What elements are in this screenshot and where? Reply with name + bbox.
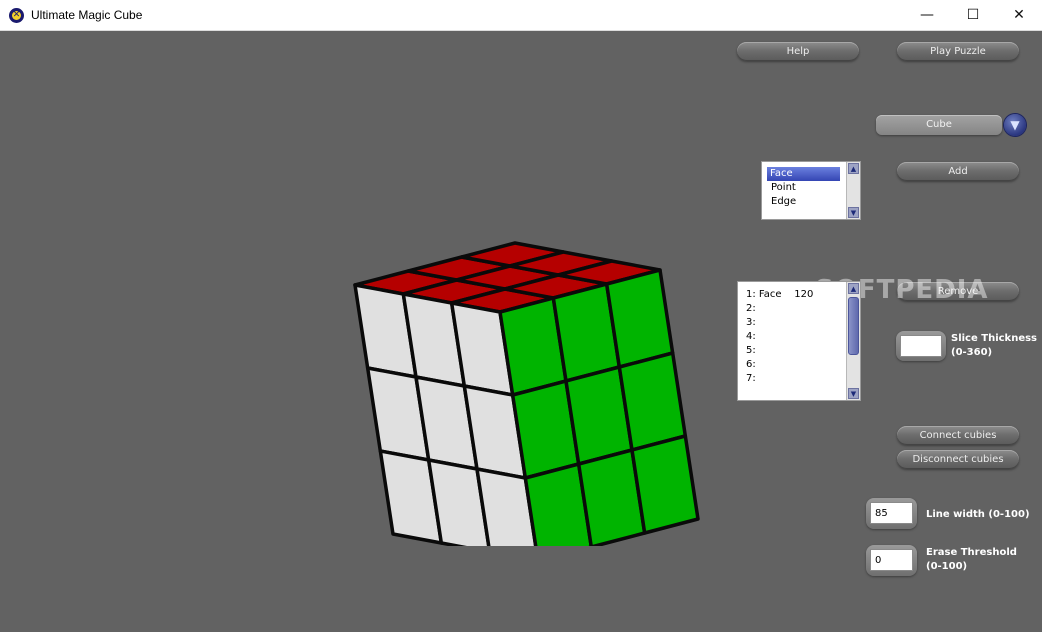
list-item-edge[interactable]: Edge xyxy=(771,195,796,209)
title-bar: Ultimate Magic Cube — ☐ ✕ xyxy=(0,0,1042,31)
app-icon xyxy=(9,8,24,23)
right-face-sticker[interactable] xyxy=(630,434,700,535)
scroll-down-icon[interactable]: ▼ xyxy=(848,207,859,218)
close-button[interactable]: ✕ xyxy=(996,0,1042,30)
line-width-label: Line width (0-100) xyxy=(926,509,1030,520)
slice-thickness-label: Slice Thickness xyxy=(951,333,1038,344)
window-title: Ultimate Magic Cube xyxy=(31,8,143,22)
erase-threshold-range: (0-100) xyxy=(926,561,968,572)
slice-list-scrollbar[interactable]: ▲ ▼ xyxy=(846,282,860,400)
list-item-point[interactable]: Point xyxy=(771,181,796,195)
slice-thickness-field xyxy=(896,331,946,361)
scroll-up-icon[interactable]: ▲ xyxy=(848,283,859,294)
line-width-input[interactable] xyxy=(870,502,913,524)
erase-threshold-label: Erase Threshold xyxy=(926,547,1017,558)
type-listbox[interactable]: Face Point Edge ▲ ▼ xyxy=(761,161,861,220)
connect-cubies-button[interactable]: Connect cubies xyxy=(897,426,1019,445)
list-item[interactable]: 7: xyxy=(746,372,756,386)
list-item[interactable]: 4: xyxy=(746,330,756,344)
dropdown-arrow-icon[interactable]: ▼ xyxy=(1004,114,1026,136)
list-item[interactable]: 3: xyxy=(746,316,756,330)
erase-threshold-input[interactable] xyxy=(870,549,913,571)
minimize-button[interactable]: — xyxy=(904,0,950,30)
list-item[interactable]: 1: Face 120 xyxy=(746,288,813,302)
slice-thickness-range: (0-360) xyxy=(951,347,993,358)
scroll-up-icon[interactable]: ▲ xyxy=(848,163,859,174)
scroll-down-icon[interactable]: ▼ xyxy=(848,388,859,399)
list-item-face[interactable]: Face xyxy=(767,167,840,181)
erase-threshold-field xyxy=(866,545,917,576)
magic-cube-3d[interactable] xyxy=(330,216,700,546)
type-list-scrollbar[interactable]: ▲ ▼ xyxy=(846,162,860,219)
shape-select[interactable]: Cube xyxy=(876,115,1002,135)
help-button[interactable]: Help xyxy=(737,42,859,61)
slice-thickness-input[interactable] xyxy=(900,335,942,357)
cube-faces xyxy=(353,241,700,546)
add-button[interactable]: Add xyxy=(897,162,1019,181)
slice-listbox[interactable]: 1: Face 120 2: 3: 4: 5: 6: 7: ▲ ▼ xyxy=(737,281,861,401)
right-face-sticker[interactable] xyxy=(604,268,675,369)
list-item[interactable]: 5: xyxy=(746,344,756,358)
scroll-thumb[interactable] xyxy=(848,297,859,355)
list-item[interactable]: 6: xyxy=(746,358,756,372)
list-item[interactable]: 2: xyxy=(746,302,756,316)
right-face-sticker[interactable] xyxy=(617,351,688,452)
disconnect-cubies-button[interactable]: Disconnect cubies xyxy=(897,450,1019,469)
line-width-field xyxy=(866,498,917,529)
play-puzzle-button[interactable]: Play Puzzle xyxy=(897,42,1019,61)
maximize-button[interactable]: ☐ xyxy=(950,0,996,30)
